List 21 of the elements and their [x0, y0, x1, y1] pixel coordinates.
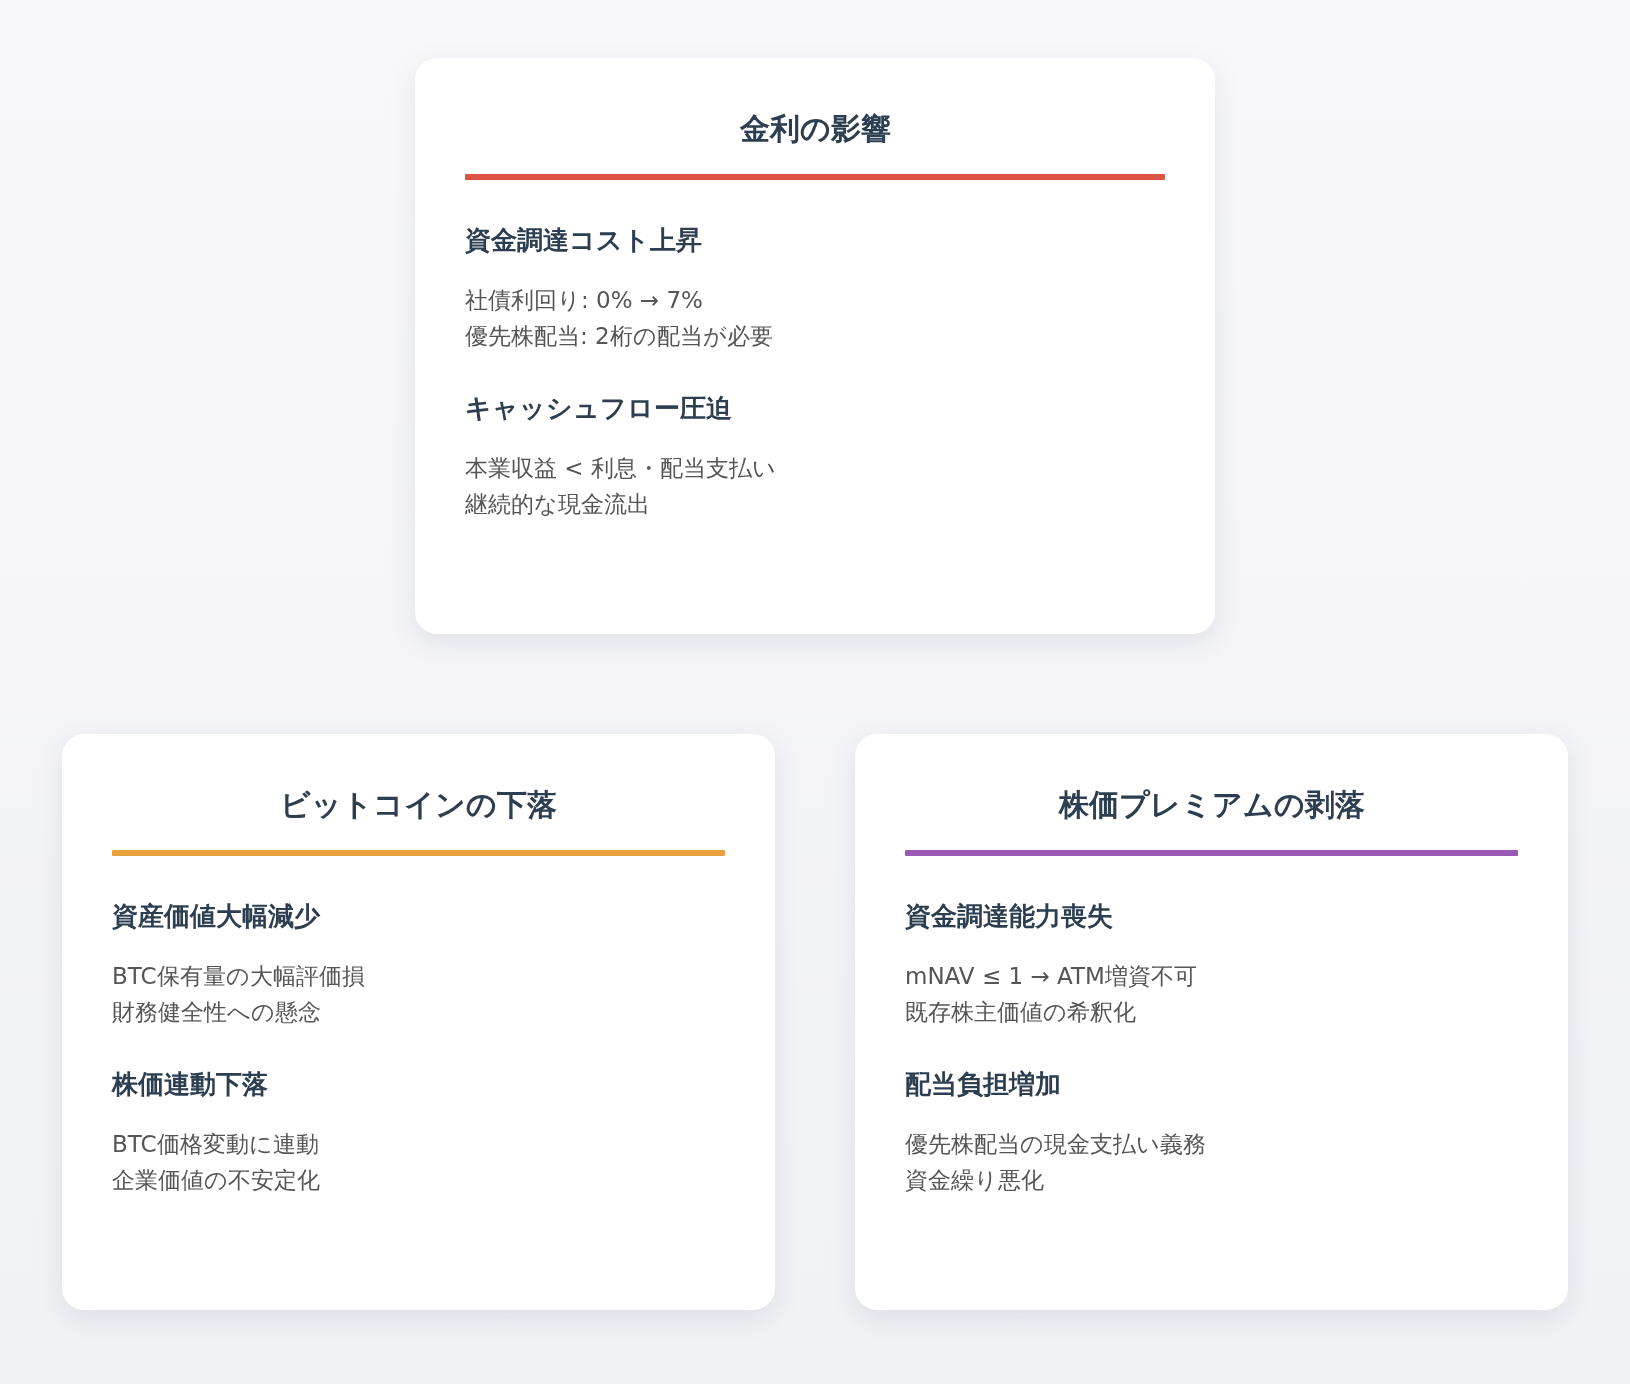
card-title: 金利の影響: [738, 110, 892, 148]
card-title: 株価プレミアムの剥落: [1057, 786, 1366, 824]
body-text: 優先株配当: 2桁の配当が必要: [465, 321, 774, 351]
section-heading: 資金調達コスト上昇: [465, 224, 703, 257]
body-text: 優先株配当の現金支払い義務: [905, 1129, 1207, 1159]
body-text: 既存株主価値の希釈化: [905, 997, 1137, 1027]
section-heading: 配当負担増加: [905, 1067, 1062, 1101]
body-text: 社債利回り: 0% → 7%: [465, 285, 704, 315]
body-text: 企業価値の不安定化: [112, 1165, 321, 1195]
body-text: BTC保有量の大幅評価損: [112, 961, 366, 991]
body-text: mNAV ≤ 1 → ATM増資不可: [905, 961, 1198, 991]
body-text: 本業収益 < 利息・配当支払い: [465, 453, 777, 483]
section-heading: 資産価値大幅減少: [112, 900, 321, 933]
body-text: BTC価格変動に連動: [112, 1129, 320, 1159]
section-heading: キャッシュフロー圧迫: [465, 391, 733, 425]
body-text: 財務健全性への懸念: [112, 997, 322, 1027]
section-heading: 資金調達能力喪失: [905, 900, 1114, 933]
body-text: 資金繰り悪化: [905, 1165, 1045, 1195]
card-title: ビットコインの下落: [279, 786, 558, 824]
body-text: 継続的な現金流出: [465, 489, 651, 519]
section-heading: 株価連動下落: [112, 1067, 269, 1101]
